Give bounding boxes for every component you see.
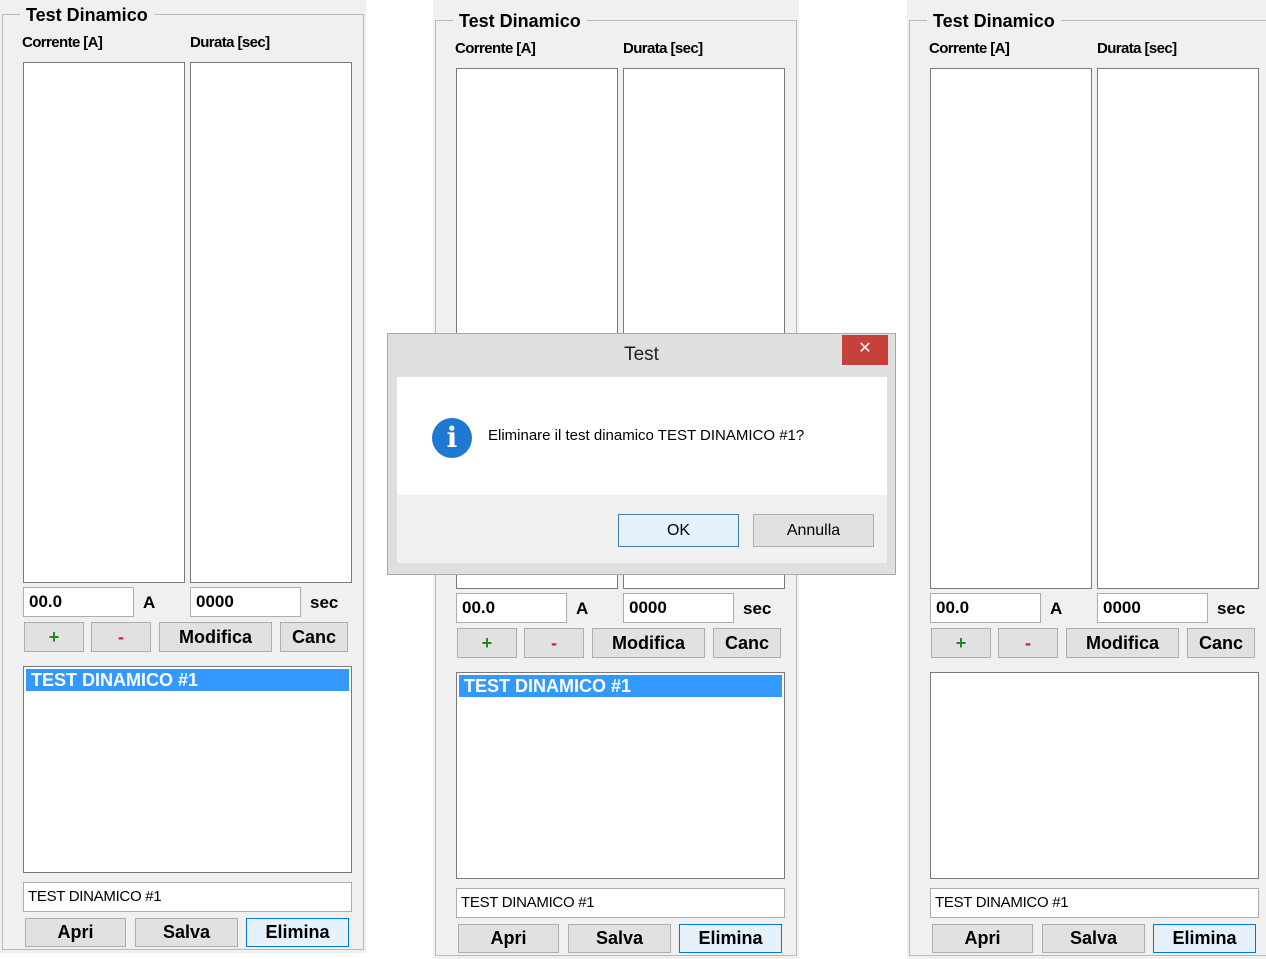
delete-button[interactable]: Elimina [246,918,349,947]
current-list[interactable] [23,62,185,583]
test-list-item-selected[interactable]: TEST DINAMICO #1 [459,675,782,697]
current-input[interactable]: 00.0 [23,587,134,617]
save-button[interactable]: Salva [135,918,238,947]
modify-button[interactable]: Modifica [1066,628,1179,658]
dialog-content: i Eliminare il test dinamico TEST DINAMI… [397,377,887,495]
modify-button[interactable]: Modifica [159,622,272,652]
current-input[interactable]: 00.0 [456,593,567,623]
confirm-dialog: Test ✕ i Eliminare il test dinamico TEST… [387,333,896,575]
duration-input[interactable]: 0000 [190,587,301,617]
save-button[interactable]: Salva [568,924,671,953]
group-title: Test Dinamico [927,10,1061,32]
open-button[interactable]: Apri [458,924,559,953]
test-name-input[interactable]: TEST DINAMICO #1 [456,888,785,918]
test-name-input[interactable]: TEST DINAMICO #1 [23,882,352,912]
current-unit-label: A [1050,599,1063,618]
current-input[interactable]: 00.0 [930,593,1041,623]
test-list-item-selected[interactable]: TEST DINAMICO #1 [26,669,349,691]
test-name-input[interactable]: TEST DINAMICO #1 [930,888,1259,918]
current-column-label: Corrente [A] [22,34,103,51]
test-list[interactable]: TEST DINAMICO #1 [23,666,352,873]
ok-button[interactable]: OK [618,514,739,547]
close-icon[interactable]: ✕ [842,335,888,365]
dialog-message: Eliminare il test dinamico TEST DINAMICO… [488,427,805,444]
test-panel-before: Test Dinamico Corrente [A] Durata [sec] … [0,0,366,953]
duration-unit-label: sec [1217,599,1246,618]
canc-button[interactable]: Canc [280,622,348,652]
annulla-button[interactable]: Annulla [753,514,874,547]
duration-input[interactable]: 0000 [1097,593,1208,623]
current-column-label: Corrente [A] [929,40,1010,57]
duration-column-label: Durata [sec] [623,40,703,57]
add-button[interactable]: + [931,628,991,658]
dialog-footer: OK Annulla [397,495,887,563]
test-list[interactable]: TEST DINAMICO #1 [456,672,785,879]
duration-unit-label: sec [743,599,772,618]
modify-button[interactable]: Modifica [592,628,705,658]
current-list[interactable] [930,68,1092,589]
duration-input[interactable]: 0000 [623,593,734,623]
test-panel-after: Test Dinamico Corrente [A] Durata [sec] … [907,0,1266,959]
duration-column-label: Durata [sec] [1097,40,1177,57]
add-button[interactable]: + [24,622,84,652]
remove-button[interactable]: - [91,622,151,652]
remove-button[interactable]: - [524,628,584,658]
delete-button[interactable]: Elimina [679,924,782,953]
canc-button[interactable]: Canc [713,628,781,658]
group-title: Test Dinamico [453,10,587,32]
duration-column-label: Durata [sec] [190,34,270,51]
save-button[interactable]: Salva [1042,924,1145,953]
canc-button[interactable]: Canc [1187,628,1255,658]
duration-list[interactable] [1097,68,1259,589]
current-unit-label: A [576,599,589,618]
add-button[interactable]: + [457,628,517,658]
open-button[interactable]: Apri [932,924,1033,953]
test-list[interactable] [930,672,1259,879]
group-title: Test Dinamico [20,4,154,26]
open-button[interactable]: Apri [25,918,126,947]
current-column-label: Corrente [A] [455,40,536,57]
dialog-title: Test [624,344,659,365]
delete-button[interactable]: Elimina [1153,924,1256,953]
info-icon: i [432,418,472,458]
current-unit-label: A [143,593,156,612]
remove-button[interactable]: - [998,628,1058,658]
duration-list[interactable] [190,62,352,583]
duration-unit-label: sec [310,593,339,612]
